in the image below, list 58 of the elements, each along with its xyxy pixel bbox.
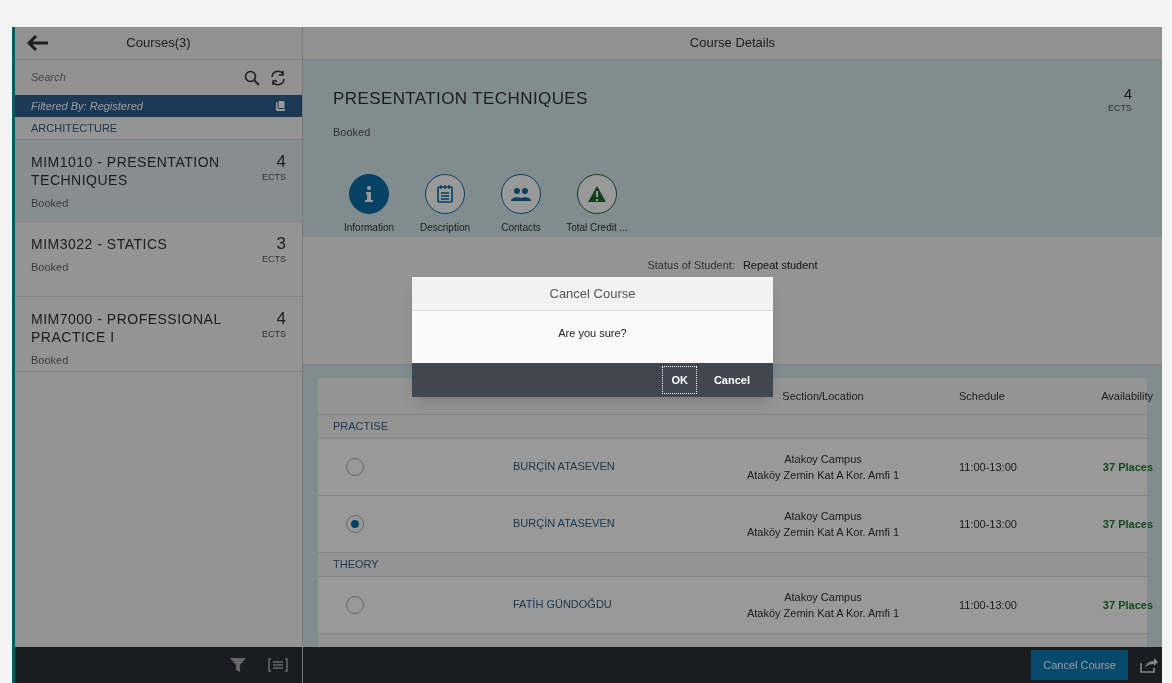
credits-unit: ECTS — [262, 171, 286, 184]
room-text: Ataköy Zemin Kat A Kor. Amfi 1 — [746, 606, 900, 621]
field-value: Repeat student — [742, 258, 818, 273]
field-label: Status of Student: — [647, 258, 735, 273]
filter-text: Filtered By: Registered — [31, 98, 143, 114]
people-icon — [511, 187, 531, 201]
list-icon[interactable] — [268, 658, 288, 672]
dialog-title: Cancel Course — [412, 277, 773, 311]
credits-unit: ECTS — [262, 253, 286, 266]
cancel-course-button[interactable]: Cancel Course — [1031, 650, 1128, 680]
dialog-button[interactable]: OK — [662, 366, 697, 394]
column-header: Section/Location — [781, 388, 865, 404]
campus-text: Atakoy Campus — [784, 451, 862, 467]
availability-text: 37 Places — [1101, 597, 1153, 613]
availability-text: 37 Places — [1101, 459, 1153, 475]
warning-icon — [587, 185, 607, 203]
campus-text: Atakoy Campus — [784, 589, 862, 605]
column-header: Schedule — [958, 388, 1006, 404]
search-field[interactable]: Search — [31, 69, 234, 86]
course-status: Booked — [31, 353, 70, 368]
refresh-icon[interactable] — [270, 69, 286, 86]
share-icon[interactable] — [1140, 657, 1158, 673]
course-title: MIM1010 - PRESENTATION TECHNIQUES — [31, 153, 221, 189]
course-title: MIM7000 - PROFESSIONAL PRACTICE I — [31, 310, 223, 346]
credits-value: 3 — [276, 235, 286, 253]
credits-value: 4 — [276, 310, 286, 328]
search-icon[interactable] — [244, 69, 260, 86]
course-title: MIM3022 - STATICS — [31, 235, 169, 253]
course-list-item[interactable]: MIM1010 - PRESENTATION TECHNIQUES Booked 4 ECTS — [15, 140, 302, 222]
schedule-text: 11:00-13:00 — [958, 459, 1018, 475]
instructor-name[interactable]: FATİH GÜNDOĞDU — [513, 577, 713, 613]
room-text: Ataköy Zemin Kat A Kor. Amfi 1 — [746, 468, 900, 483]
course-status: Booked — [31, 196, 70, 211]
filter-icon[interactable] — [230, 658, 246, 672]
course-status: Booked — [31, 260, 70, 275]
credits-value: 4 — [1123, 86, 1132, 102]
room-text: Ataköy Zemin Kat A Kor. Amfi 1 — [746, 525, 900, 540]
instructor-name[interactable]: BURÇİN ATASEVEN — [513, 439, 713, 475]
credits-unit: ECTS — [1108, 102, 1132, 115]
dialog-message: Are you sure? — [412, 311, 773, 363]
course-status: Booked — [333, 124, 372, 140]
radio-button[interactable] — [346, 458, 364, 476]
schedule-text: 11:00-13:00 — [958, 597, 1018, 613]
instructor-name[interactable]: BURÇİN ATASEVEN — [513, 496, 713, 532]
dialog-button[interactable]: Cancel — [704, 366, 759, 394]
radio-button[interactable] — [346, 515, 364, 533]
schedule-text: 11:00-13:00 — [958, 516, 1018, 532]
credits-value: 4 — [276, 153, 286, 171]
copy-icon — [275, 100, 286, 112]
master-title: Courses(3) — [125, 34, 192, 53]
campus-text: Atakoy Campus — [784, 508, 862, 524]
credits-unit: ECTS — [262, 328, 286, 341]
radio-button[interactable] — [346, 596, 364, 614]
back-arrow-icon[interactable] — [27, 35, 49, 51]
availability-text: 37 Places — [1101, 516, 1153, 532]
notepad-icon — [437, 185, 453, 203]
course-heading: PRESENTATION TECHNIQUES — [333, 88, 588, 110]
column-header: Availability — [1100, 388, 1153, 404]
